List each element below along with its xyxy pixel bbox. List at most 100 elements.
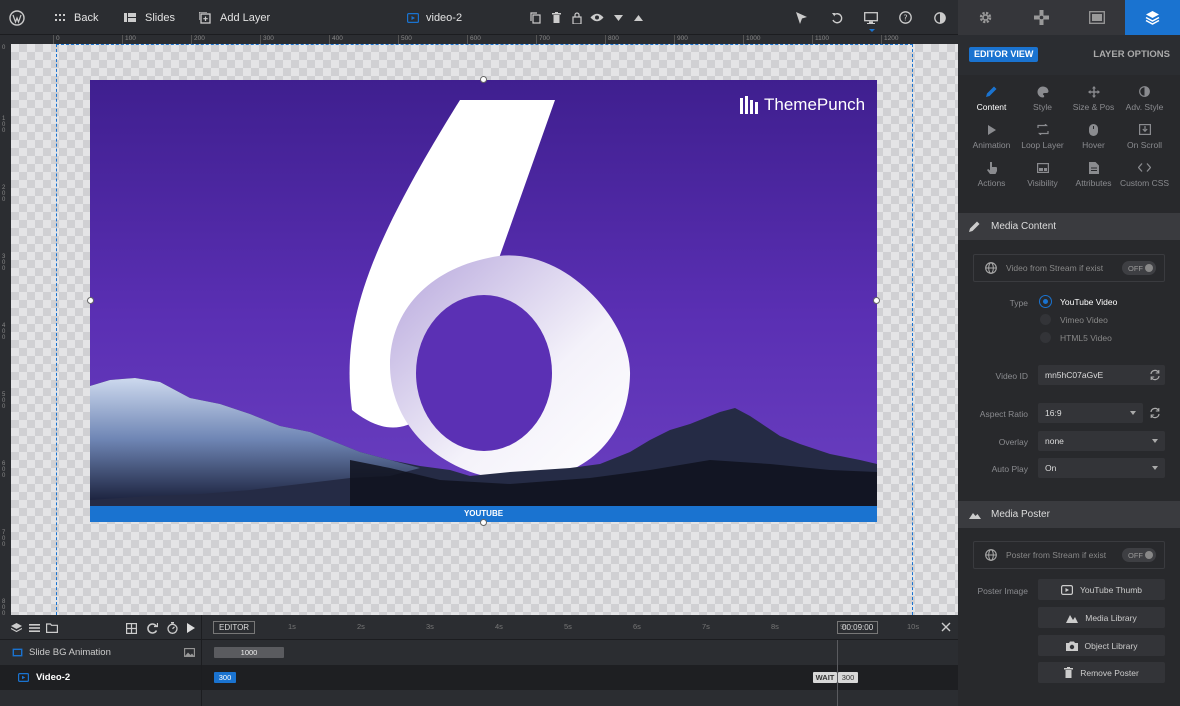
- bg-animation-bar[interactable]: 1000: [214, 647, 284, 658]
- play-icon[interactable]: [187, 623, 195, 633]
- layer-options-button[interactable]: LAYER OPTIONS: [1093, 49, 1170, 60]
- resize-handle-top[interactable]: [480, 76, 487, 83]
- ruler-left: 0 100 200 300 400 500 600 700 800: [0, 35, 11, 615]
- layers-icon[interactable]: [11, 623, 22, 633]
- timeline-row-bg-animation[interactable]: Slide BG Animation 1000: [0, 640, 958, 665]
- undo-button[interactable]: [831, 0, 843, 35]
- layer-name: video-2: [426, 11, 463, 24]
- layer-out-bar[interactable]: 300: [838, 672, 858, 683]
- option-animation[interactable]: Animation: [966, 121, 1017, 157]
- time-tick: 6s: [633, 622, 641, 631]
- sync-icon[interactable]: [1148, 368, 1162, 382]
- option-label: Hover: [1082, 140, 1105, 150]
- add-layer-button[interactable]: Add Layer: [199, 0, 270, 35]
- time-tick: 5s: [564, 622, 572, 631]
- youtube-thumb-button[interactable]: YouTube Thumb: [1038, 579, 1165, 600]
- media-content-header[interactable]: Media Content: [958, 213, 1180, 240]
- overlay-select[interactable]: none: [1038, 431, 1165, 451]
- timeline-row-video-2[interactable]: Video-2 300 WAIT 300: [0, 665, 958, 690]
- help-button[interactable]: ?: [899, 0, 912, 35]
- time-tick: 10s: [907, 622, 920, 631]
- option-actions[interactable]: Actions: [966, 159, 1017, 195]
- option-content[interactable]: Content: [966, 83, 1017, 119]
- option-loop-layer[interactable]: Loop Layer: [1017, 121, 1068, 157]
- slides-icon: [124, 13, 136, 22]
- list-icon[interactable]: [29, 624, 40, 632]
- tab-slide-options[interactable]: [1069, 0, 1125, 35]
- wordpress-icon: [9, 9, 25, 26]
- resize-handle-right[interactable]: [873, 297, 880, 304]
- video-layer-icon: [407, 12, 419, 23]
- layer-selector[interactable]: video-2: [407, 0, 462, 35]
- stopwatch-icon[interactable]: [167, 622, 178, 634]
- remove-poster-button[interactable]: Remove Poster: [1038, 662, 1165, 683]
- dropdown-button[interactable]: [614, 0, 623, 35]
- wordpress-button[interactable]: [9, 0, 25, 35]
- folder-icon[interactable]: [46, 623, 58, 633]
- loop-icon[interactable]: [147, 623, 158, 634]
- current-time[interactable]: 00:09:00: [837, 621, 879, 634]
- download-icon: [1138, 124, 1151, 135]
- device-indicator: [869, 29, 875, 32]
- option-hover[interactable]: Hover: [1068, 121, 1119, 157]
- duplicate-layer-button[interactable]: [530, 0, 541, 35]
- radio-youtube[interactable]: YouTube Video: [1040, 296, 1117, 307]
- toggle-state: OFF: [1128, 551, 1143, 560]
- option-attributes[interactable]: Attributes: [1068, 159, 1119, 195]
- video-id-input[interactable]: mn5hC07aGvE: [1038, 365, 1165, 385]
- tab-slider-settings[interactable]: [958, 0, 1014, 35]
- lock-layer-button[interactable]: [572, 0, 582, 35]
- grid-view-icon[interactable]: [126, 623, 137, 634]
- ruler-tick: 100: [2, 116, 6, 134]
- ruler-tick: 0: [53, 35, 60, 44]
- collapse-button[interactable]: [634, 0, 643, 35]
- ruler-tick: 500: [398, 35, 412, 44]
- poster-stream-toggle[interactable]: OFF: [1122, 548, 1156, 562]
- slides-label: Slides: [145, 11, 175, 24]
- option-label: Size & Pos: [1072, 102, 1115, 112]
- option-visibility[interactable]: Visibility: [1017, 159, 1068, 195]
- button-label: Remove Poster: [1080, 667, 1139, 678]
- option-style[interactable]: Style: [1017, 83, 1068, 119]
- editor-view-button[interactable]: EDITOR VIEW: [969, 47, 1039, 62]
- sync-icon[interactable]: [1148, 406, 1162, 420]
- radio-label: YouTube Video: [1060, 296, 1118, 307]
- resize-handle-bottom[interactable]: [480, 519, 487, 526]
- option-label: Custom CSS: [1119, 178, 1170, 188]
- option-on-scroll[interactable]: On Scroll: [1119, 121, 1170, 157]
- radio-vimeo[interactable]: Vimeo Video: [1040, 314, 1108, 325]
- object-library-button[interactable]: Object Library: [1038, 635, 1165, 656]
- select-tool-button[interactable]: [796, 0, 807, 35]
- media-poster-header[interactable]: Media Poster: [958, 501, 1180, 528]
- tab-navigation[interactable]: [1014, 0, 1070, 35]
- contrast-icon: [934, 11, 946, 24]
- close-icon[interactable]: [941, 622, 951, 632]
- ruler-tick: 400: [2, 323, 6, 341]
- layer-in-bar[interactable]: 300: [214, 672, 236, 683]
- tab-layer-options[interactable]: [1124, 0, 1180, 35]
- slide-canvas[interactable]: 0 100 200 300 400 500 600 700 800 900 10…: [0, 35, 958, 615]
- option-custom-css[interactable]: Custom CSS: [1119, 159, 1170, 195]
- video-stream-toggle[interactable]: OFF: [1122, 261, 1156, 275]
- file-icon: [1088, 161, 1099, 174]
- theme-toggle-button[interactable]: [934, 0, 946, 35]
- toggle-knob: [1145, 551, 1153, 559]
- back-button[interactable]: Back: [55, 0, 98, 35]
- time-cursor-line[interactable]: [837, 640, 838, 706]
- resize-handle-left[interactable]: [87, 297, 94, 304]
- video-layer[interactable]: ThemePunch YOUTUBE: [90, 80, 877, 522]
- image-icon[interactable]: [184, 648, 195, 657]
- autoplay-label: Auto Play: [991, 464, 1028, 474]
- media-library-button[interactable]: Media Library: [1038, 607, 1165, 628]
- aspect-ratio-select[interactable]: 16:9: [1038, 403, 1143, 423]
- delete-layer-button[interactable]: [552, 0, 561, 35]
- editor-mode-tag[interactable]: EDITOR: [213, 621, 256, 634]
- option-adv-style[interactable]: Adv. Style: [1119, 83, 1170, 119]
- visibility-button[interactable]: [590, 0, 604, 35]
- autoplay-select[interactable]: On: [1038, 458, 1165, 478]
- time-tick: 4s: [495, 622, 503, 631]
- radio-html5[interactable]: HTML5 Video: [1040, 332, 1112, 343]
- slides-button[interactable]: Slides: [124, 0, 175, 35]
- button-label: Media Library: [1085, 612, 1137, 623]
- option-size-pos[interactable]: Size & Pos: [1068, 83, 1119, 119]
